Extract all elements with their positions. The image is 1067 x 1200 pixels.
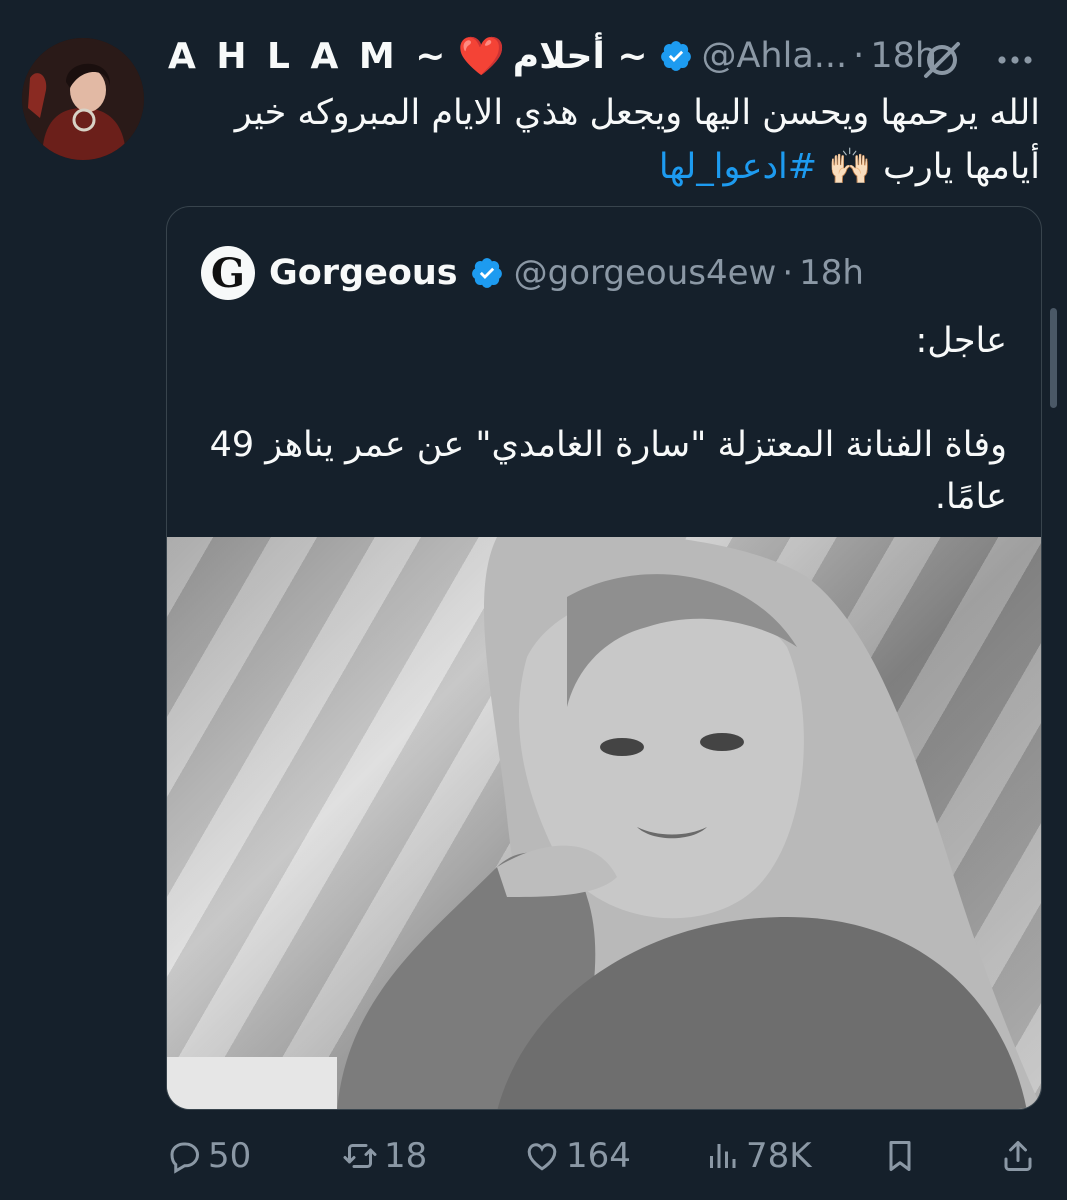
quoted-tweet-photo[interactable] bbox=[167, 537, 1041, 1109]
tweet-text: الله يرحمها ويحسن اليها ويجعل هذي الايام… bbox=[168, 86, 1040, 194]
quoted-tweet-card[interactable]: G Gorgeous @gorgeous4ew · 18h عاجل: وفاة… bbox=[166, 206, 1042, 1110]
portrait-image bbox=[167, 537, 1041, 1109]
quoted-author-avatar[interactable]: G bbox=[201, 246, 255, 300]
heart-icon bbox=[527, 1143, 557, 1171]
like-button[interactable]: 164 bbox=[524, 1130, 631, 1182]
reply-count: 50 bbox=[208, 1136, 252, 1176]
separator-dot: · bbox=[782, 253, 794, 293]
heart-emoji: ❤️ bbox=[457, 33, 505, 78]
verified-badge-icon bbox=[471, 258, 502, 288]
share-button[interactable] bbox=[1000, 1130, 1042, 1182]
avatar-photo bbox=[22, 38, 144, 160]
bookmark-button[interactable] bbox=[882, 1130, 924, 1182]
reply-button[interactable]: 50 bbox=[166, 1130, 251, 1182]
quoted-tweet-timestamp[interactable]: 18h bbox=[799, 253, 864, 293]
retweet-icon bbox=[343, 1144, 377, 1168]
grok-icon[interactable] bbox=[920, 40, 964, 80]
like-count: 164 bbox=[566, 1136, 631, 1176]
author-avatar[interactable] bbox=[22, 38, 144, 160]
quoted-tweet-text: عاجل: وفاة الفنانة المعتزلة "سارة الغامد… bbox=[207, 315, 1007, 523]
quoted-text-paragraph: عاجل: bbox=[915, 321, 1007, 361]
separator-dot: · bbox=[853, 36, 865, 76]
retweet-count: 18 bbox=[384, 1136, 428, 1176]
bookmark-icon bbox=[889, 1141, 911, 1171]
quoted-tweet-header: G Gorgeous @gorgeous4ew · 18h bbox=[201, 245, 1021, 301]
views-count: 78K bbox=[746, 1136, 812, 1176]
scrollbar-thumb[interactable] bbox=[1050, 308, 1057, 408]
author-handle[interactable]: @Ahla... bbox=[701, 36, 847, 76]
views-button[interactable]: 78K bbox=[704, 1130, 812, 1182]
verified-badge-icon bbox=[661, 41, 692, 71]
quoted-text-paragraph: وفاة الفنانة المعتزلة "سارة الغامدي" عن … bbox=[209, 425, 1007, 517]
quoted-author-handle[interactable]: @gorgeous4ew bbox=[514, 253, 777, 293]
analytics-icon bbox=[710, 1144, 736, 1168]
reply-icon bbox=[170, 1142, 200, 1174]
author-display-name-arabic[interactable]: ~ أحلام bbox=[513, 36, 648, 77]
share-icon bbox=[1004, 1141, 1032, 1171]
retweet-button[interactable]: 18 bbox=[342, 1130, 427, 1182]
tweet-text-segment: أيامها يارب 🙌🏻 bbox=[817, 147, 1040, 187]
tweet-text-line: الله يرحمها ويحسن اليها ويجعل هذي الايام… bbox=[234, 93, 1040, 133]
author-display-name[interactable]: A H L A M ~ bbox=[168, 36, 449, 77]
tweet-text-line: أيامها يارب 🙌🏻 #ادعوا_لها bbox=[168, 140, 1040, 194]
tweet-header: A H L A M ~ ❤️ ~ أحلام @Ahla... · 18h bbox=[168, 30, 1048, 82]
more-options-icon[interactable] bbox=[994, 40, 1036, 80]
quoted-author-name[interactable]: Gorgeous bbox=[269, 253, 458, 293]
hashtag-link[interactable]: #ادعوا_لها bbox=[659, 147, 817, 187]
tweet-action-bar: 50 18 164 78K bbox=[166, 1130, 1046, 1182]
